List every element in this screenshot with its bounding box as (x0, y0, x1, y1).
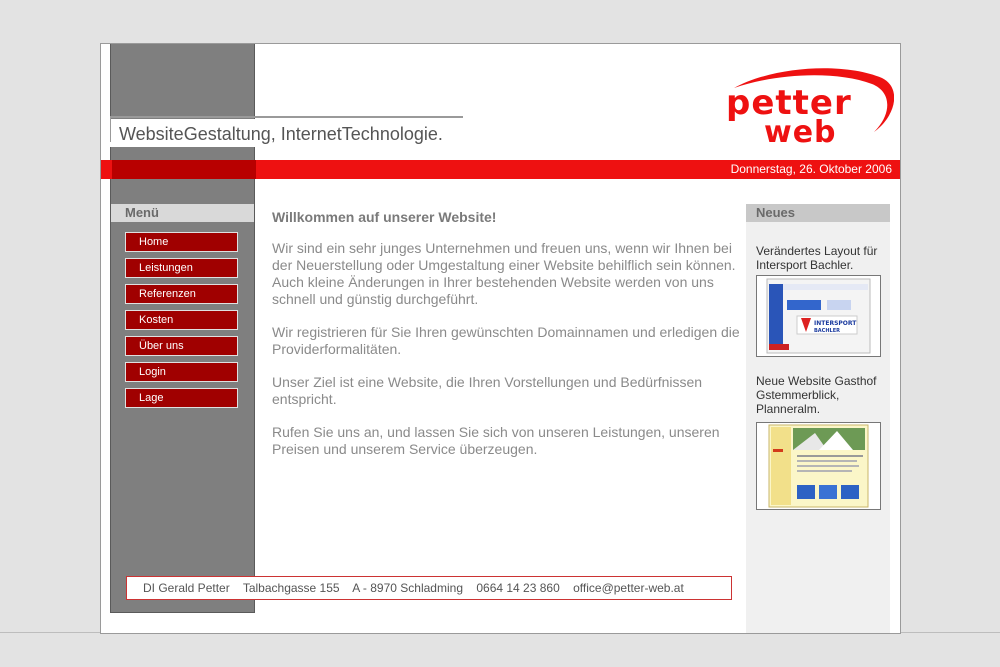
news-title: Neues (746, 204, 890, 222)
welcome-heading: Willkommen auf unserer Website! (272, 209, 497, 225)
content-paragraph: Rufen Sie uns an, und lassen Sie sich vo… (272, 424, 720, 457)
thumb-brand-sub-text: BACHLER (814, 328, 840, 334)
main-menu: Home Leistungen Referenzen Kosten Über u… (125, 232, 238, 414)
news-thumbnail-gasthof[interactable] (756, 422, 881, 510)
footer-email-link[interactable]: office@petter-web.at (573, 581, 684, 595)
intersport-thumbnail-image: INTERSPORT BACHLER (757, 276, 880, 356)
footer-name: DI Gerald Petter (143, 581, 230, 595)
menu-item-kosten[interactable]: Kosten (125, 310, 238, 330)
news-item-text[interactable]: Verändertes Layout für Intersport Bachle… (756, 244, 884, 272)
footer-phone: 0664 14 23 860 (476, 581, 560, 595)
main-content: Willkommen auf unserer Website! Wir sind… (272, 209, 742, 474)
menu-title: Menü (111, 204, 254, 222)
footer-city: A - 8970 Schladming (352, 581, 463, 595)
petter-web-logo[interactable]: petter web (724, 66, 894, 146)
news-thumbnail-intersport[interactable]: INTERSPORT BACHLER (756, 275, 881, 357)
menu-item-ueber-uns[interactable]: Über uns (125, 336, 238, 356)
menu-item-leistungen[interactable]: Leistungen (125, 258, 238, 278)
content-paragraph: Wir registrieren für Sie Ihren gewünscht… (272, 324, 740, 357)
menu-item-referenzen[interactable]: Referenzen (125, 284, 238, 304)
gasthof-thumbnail-image (757, 423, 880, 509)
logo-text-web: web (764, 115, 837, 146)
menu-item-lage[interactable]: Lage (125, 388, 238, 408)
tagline-rule (110, 116, 463, 118)
tagline: WebsiteGestaltung, InternetTechnologie. (119, 124, 443, 144)
footer-contact-bar: DI Gerald Petter Talbachgasse 155 A - 89… (126, 576, 732, 600)
thumb-brand-text: INTERSPORT (814, 320, 857, 327)
menu-item-login[interactable]: Login (125, 362, 238, 382)
content-paragraph: Unser Ziel ist eine Website, die Ihren V… (272, 374, 703, 407)
tagline-tick (110, 118, 111, 142)
content-paragraph: Wir sind ein sehr junges Unternehmen und… (272, 240, 736, 307)
menu-item-home[interactable]: Home (125, 232, 238, 252)
page-container: WebsiteGestaltung, InternetTechnologie. … (100, 43, 901, 634)
current-date: Donnerstag, 26. Oktober 2006 (730, 162, 892, 176)
footer-street: Talbachgasse 155 (242, 581, 340, 595)
news-item-text[interactable]: Neue Website Gasthof Gstemmerblick, Plan… (756, 374, 884, 416)
header-red-bar-dark-segment (112, 160, 256, 179)
